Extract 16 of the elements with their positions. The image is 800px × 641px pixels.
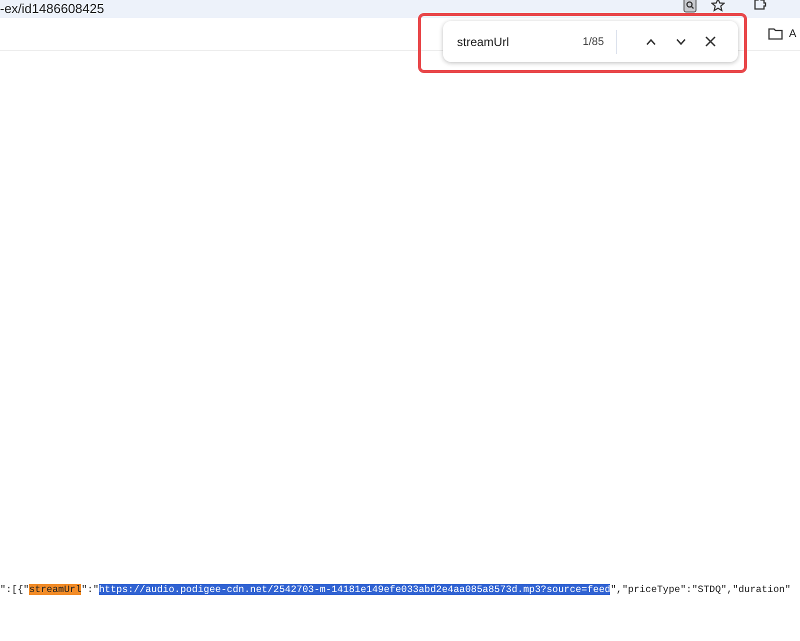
extension-icon[interactable] <box>753 0 767 11</box>
folder-icon[interactable] <box>768 28 783 40</box>
next-match-icon[interactable] <box>675 38 687 46</box>
code-text: ":" <box>81 584 99 595</box>
url-text[interactable]: -ex/id1486608425 <box>0 0 104 18</box>
star-icon[interactable] <box>711 0 725 12</box>
search-match: streamUrl <box>29 584 82 595</box>
code-text: ","priceType":"STDQ","duration" <box>610 584 791 595</box>
match-count: 1/85 <box>582 36 604 48</box>
previous-match-icon[interactable] <box>645 38 657 46</box>
find-query-field[interactable]: streamUrl <box>457 34 583 48</box>
bookmark-folder-label[interactable]: A <box>789 28 796 40</box>
selected-text: https://audio.podigee-cdn.net/2542703-m-14181e149efe033abd2e4aa085a8573d.mp3?source=feed <box>98 584 610 595</box>
page-search-icon[interactable] <box>683 0 697 13</box>
close-icon[interactable] <box>705 36 716 47</box>
code-text: ":[{" <box>0 584 30 595</box>
